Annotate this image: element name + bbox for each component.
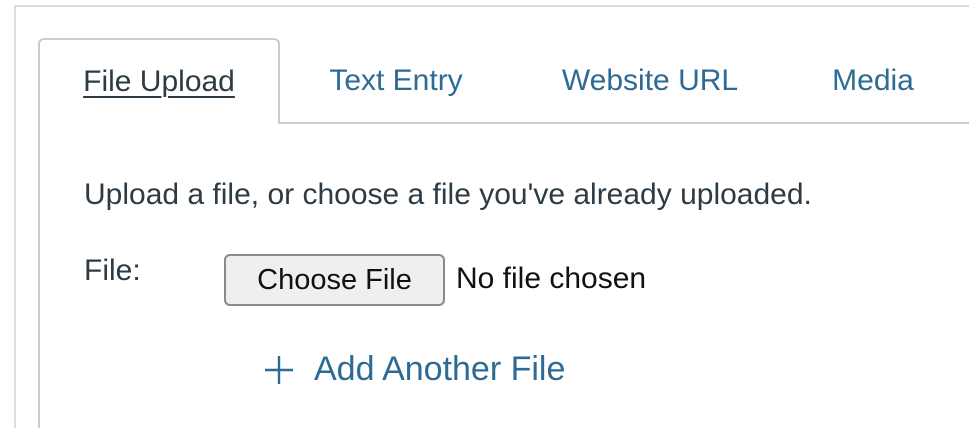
outer-border-left [14,5,16,428]
tab-website-url-label: Website URL [561,64,739,97]
file-field-label: File: [84,254,141,287]
file-status-text: No file chosen [456,262,647,295]
tab-file-upload-label: File Upload [83,65,235,98]
tab-media[interactable]: Media [808,38,938,124]
submission-panel: File Upload Text Entry Website URL Media… [0,0,969,428]
tab-media-label: Media [832,64,914,97]
tab-panel-border [38,122,40,428]
add-another-file-label: Add Another File [314,350,566,388]
tab-file-upload[interactable]: File Upload [38,38,280,124]
outer-border-top [14,5,969,7]
add-another-file-link[interactable]: Add Another File [262,350,565,389]
choose-file-button[interactable]: Choose File [224,254,445,306]
tab-text-entry[interactable]: Text Entry [296,38,496,124]
upload-instructions: Upload a file, or choose a file you've a… [84,178,812,211]
tab-website-url[interactable]: Website URL [530,38,770,124]
tab-text-entry-label: Text Entry [329,64,463,97]
plus-icon [265,355,293,384]
